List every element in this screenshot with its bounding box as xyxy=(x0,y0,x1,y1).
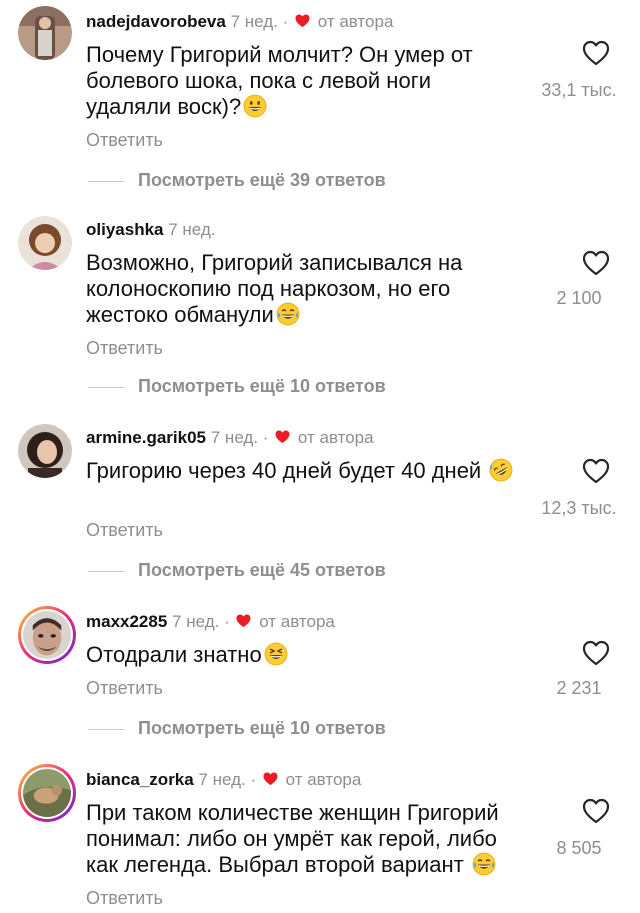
username[interactable]: oliyashka xyxy=(86,220,164,239)
like-heart-icon[interactable] xyxy=(582,250,610,276)
reply-button[interactable]: Ответить xyxy=(86,130,163,151)
tears-of-joy-emoji xyxy=(472,852,496,876)
comment-text-content: При таком количестве женщин Григорий пон… xyxy=(86,800,499,877)
view-more-replies[interactable]: Посмотреть ещё 10 ответов xyxy=(88,376,386,397)
view-more-replies[interactable]: Посмотреть ещё 10 ответов xyxy=(88,718,386,739)
comment-text-content: Почему Григорий молчит? Он умер от болев… xyxy=(86,42,473,119)
separator: · xyxy=(282,12,289,31)
comment-text-content: Отодрали знатно xyxy=(86,642,262,667)
avatar-image-icon xyxy=(18,424,72,478)
avatar[interactable] xyxy=(18,606,76,664)
like-count: 2 231 xyxy=(556,678,602,698)
like-count: 8 505 xyxy=(556,838,602,858)
author-heart-icon xyxy=(263,772,278,786)
username[interactable]: armine.garik05 xyxy=(86,428,206,447)
author-badge: от автора xyxy=(297,428,374,447)
view-more-replies[interactable]: Посмотреть ещё 45 ответов xyxy=(88,560,386,581)
like-heart-icon[interactable] xyxy=(582,40,610,66)
avatar[interactable] xyxy=(18,424,72,478)
like-count: 2 100 xyxy=(556,288,602,308)
comment-text-content: Григорию через 40 дней будет 40 дней xyxy=(86,458,482,483)
view-more-replies-label: Посмотреть ещё 39 ответов xyxy=(138,170,386,190)
reply-button[interactable]: Ответить xyxy=(86,520,163,541)
comment-meta: nadejdavorobeva 7 нед. · от автора xyxy=(86,12,393,32)
comment-text: Почему Григорий молчит? Он умер от болев… xyxy=(86,42,506,120)
avatar-image-icon xyxy=(18,6,72,60)
rolling-laughing-emoji xyxy=(489,458,513,482)
username[interactable]: bianca_zorka xyxy=(86,770,194,789)
comment-text: Возможно, Григорий записывался на колоно… xyxy=(86,250,516,328)
timestamp: 7 нед. xyxy=(172,612,220,631)
avatar-image-icon xyxy=(23,769,71,817)
comment-text: Григорию через 40 дней будет 40 дней xyxy=(86,458,536,484)
view-more-replies-label: Посмотреть ещё 10 ответов xyxy=(138,718,386,738)
divider-line xyxy=(88,386,124,388)
comment-meta: maxx2285 7 нед. · от автора xyxy=(86,612,335,632)
comment-item: bianca_zorka 7 нед. · от автора При тако… xyxy=(0,758,640,913)
comment-text: При таком количестве женщин Григорий пон… xyxy=(86,800,531,878)
comment-item: nadejdavorobeva 7 нед. · от автора Почем… xyxy=(0,0,640,200)
username[interactable]: maxx2285 xyxy=(86,612,167,631)
comment-item: armine.garik05 7 нед. · от автора Григор… xyxy=(0,416,640,596)
avatar-image-icon xyxy=(18,216,72,270)
comment-item: oliyashka 7 нед. Возможно, Григорий запи… xyxy=(0,208,640,408)
view-more-replies-label: Посмотреть ещё 10 ответов xyxy=(138,376,386,396)
author-badge: от автора xyxy=(259,612,335,631)
timestamp: 7 нед. xyxy=(198,770,246,789)
like-heart-icon[interactable] xyxy=(582,458,610,484)
reply-button[interactable]: Ответить xyxy=(86,678,163,699)
timestamp: 7 нед. xyxy=(168,220,216,239)
reply-button[interactable]: Ответить xyxy=(86,338,163,359)
like-count: 12,3 тыс. xyxy=(541,498,617,518)
divider-line xyxy=(88,180,124,182)
view-more-replies-label: Посмотреть ещё 45 ответов xyxy=(138,560,386,580)
avatar[interactable] xyxy=(18,6,72,60)
grinning-face-emoji xyxy=(243,94,267,118)
username[interactable]: nadejdavorobeva xyxy=(86,12,226,31)
comment-meta: armine.garik05 7 нед. · от автора xyxy=(86,428,374,448)
author-heart-icon xyxy=(236,614,251,628)
divider-line xyxy=(88,570,124,572)
like-heart-icon[interactable] xyxy=(582,640,610,666)
author-heart-icon xyxy=(295,14,310,28)
view-more-replies[interactable]: Посмотреть ещё 39 ответов xyxy=(88,170,386,191)
divider-line xyxy=(88,728,124,730)
author-badge: от автора xyxy=(285,770,362,789)
avatar-image-icon xyxy=(23,611,71,659)
timestamp: 7 нед. xyxy=(210,428,259,447)
comment-item: maxx2285 7 нед. · от автора Отодрали зна… xyxy=(0,600,640,750)
avatar[interactable] xyxy=(18,216,72,270)
author-heart-icon xyxy=(275,430,290,444)
like-count: 33,1 тыс. xyxy=(541,80,617,100)
separator: · xyxy=(224,612,230,631)
separator: · xyxy=(262,428,269,447)
separator: · xyxy=(250,770,257,789)
timestamp: 7 нед. xyxy=(230,12,278,31)
comment-text: Отодрали знатно xyxy=(86,642,536,668)
like-heart-icon[interactable] xyxy=(582,798,610,824)
comment-meta: bianca_zorka 7 нед. · от автора xyxy=(86,770,361,790)
author-badge: от автора xyxy=(317,12,394,31)
tears-of-joy-emoji xyxy=(276,302,300,326)
squinting-laughing-emoji xyxy=(264,642,288,666)
comment-meta: oliyashka 7 нед. xyxy=(86,220,216,240)
comment-text-content: Возможно, Григорий записывался на колоно… xyxy=(86,250,463,327)
reply-button[interactable]: Ответить xyxy=(86,888,163,909)
avatar[interactable] xyxy=(18,764,76,822)
